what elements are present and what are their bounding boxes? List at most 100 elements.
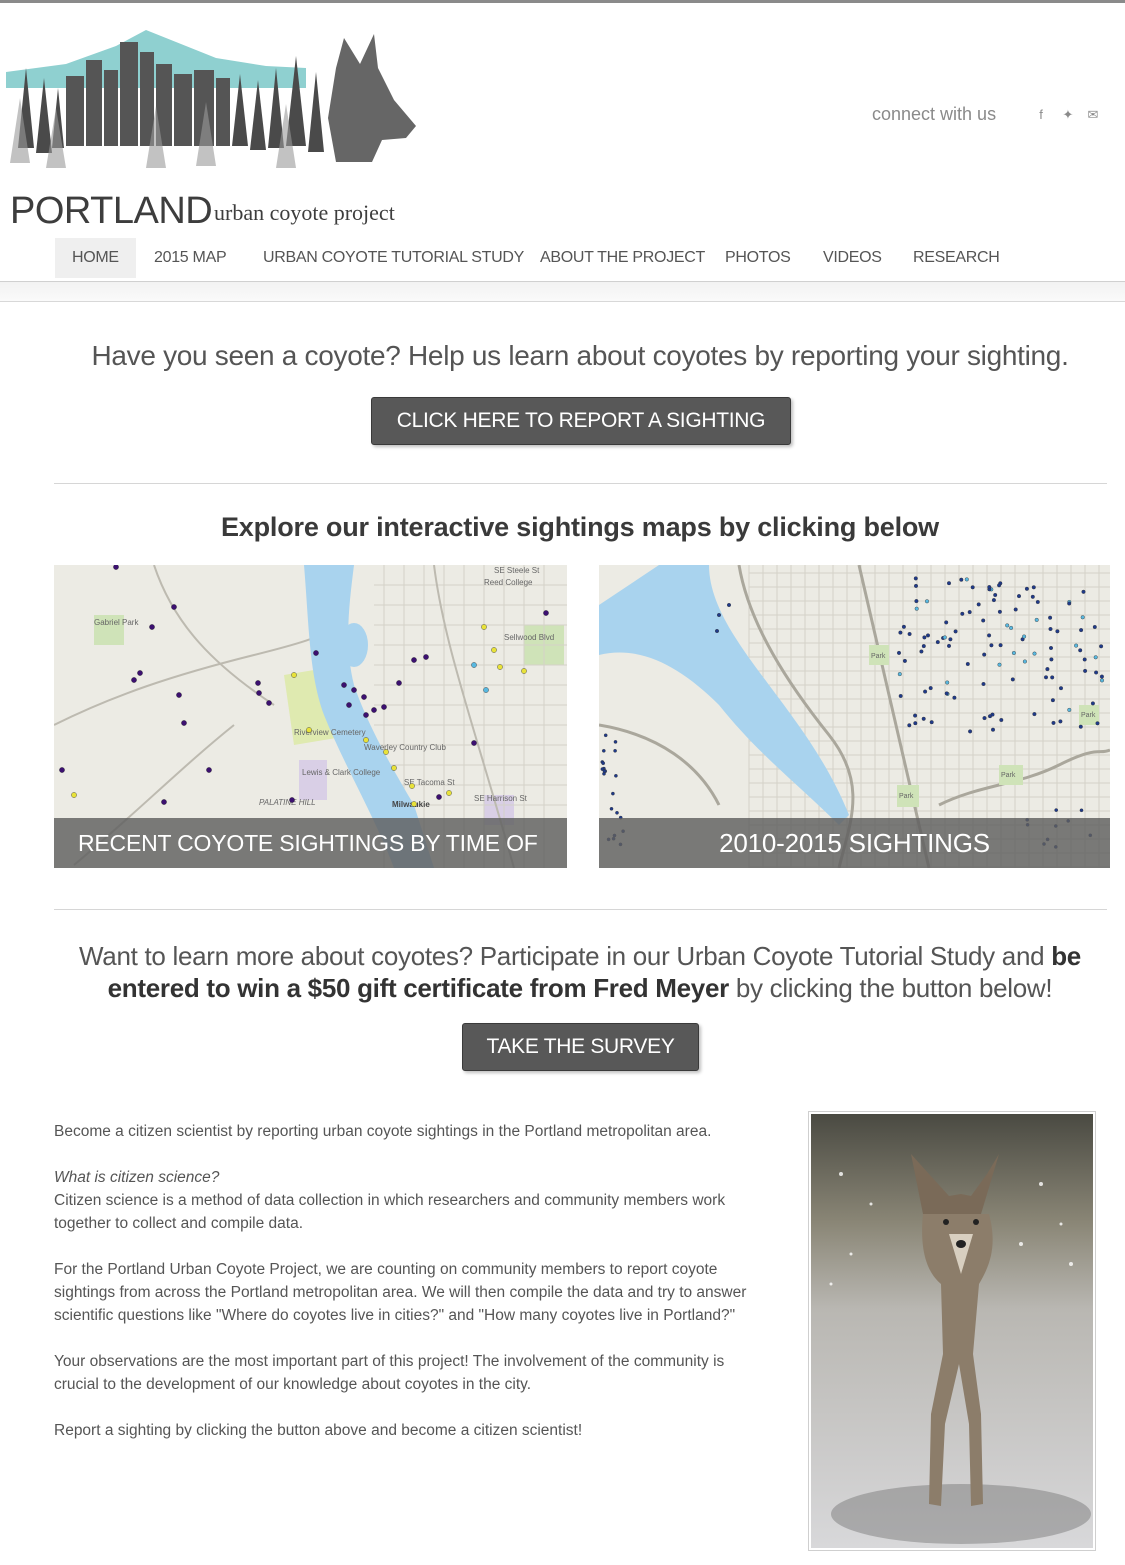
map-label: Riverview Cemetery xyxy=(294,728,366,737)
report-sighting-button[interactable]: CLICK HERE TO REPORT A SIGHTING xyxy=(371,397,791,445)
nav-about[interactable]: ABOUT THE PROJECT xyxy=(523,238,722,278)
sighting-marker xyxy=(613,740,618,744)
sighting-marker xyxy=(483,687,489,693)
nav-divider xyxy=(0,282,1125,302)
sighting-marker xyxy=(922,635,927,640)
sighting-marker xyxy=(935,640,940,645)
sighting-marker xyxy=(921,644,926,649)
project-paragraph: For the Portland Urban Coyote Project, w… xyxy=(54,1261,747,1324)
sighting-marker xyxy=(726,603,731,608)
sighting-marker xyxy=(1005,623,1010,628)
sighting-marker xyxy=(960,611,965,616)
intro-paragraph: Become a citizen scientist by reporting … xyxy=(54,1123,712,1140)
connect-label: connect with us xyxy=(872,104,997,124)
sighting-marker xyxy=(71,792,77,798)
citizen-science-definition: Citizen science is a method of data coll… xyxy=(54,1192,726,1232)
sighting-marker xyxy=(1032,712,1037,717)
sighting-marker xyxy=(436,794,442,800)
sighting-marker xyxy=(1078,648,1083,653)
sighting-marker xyxy=(149,624,155,630)
nav-photos[interactable]: PHOTOS xyxy=(708,238,807,278)
sighting-marker xyxy=(613,748,617,753)
sighting-marker xyxy=(907,631,912,636)
time-of-day-map[interactable]: Reed College SE Steele St Gabriel Park R… xyxy=(54,565,567,868)
divider xyxy=(54,483,1107,484)
sighting-marker xyxy=(952,695,957,700)
sighting-marker xyxy=(1099,674,1104,679)
sighting-marker xyxy=(1048,627,1053,632)
sighting-marker xyxy=(471,662,477,668)
map-label: Park xyxy=(871,653,886,660)
twitter-icon[interactable]: ✦ xyxy=(1061,107,1075,123)
sighting-marker xyxy=(965,661,970,666)
sighting-marker xyxy=(1049,657,1054,662)
take-survey-button[interactable]: TAKE THE SURVEY xyxy=(462,1023,699,1071)
sighting-marker xyxy=(976,602,981,607)
sighting-marker xyxy=(1050,698,1055,703)
sighting-marker xyxy=(497,664,503,670)
sighting-marker xyxy=(1094,670,1099,675)
logo-skyline-graphic xyxy=(6,30,416,168)
sighting-marker xyxy=(266,700,272,706)
sighting-marker xyxy=(1082,657,1087,662)
sighting-marker xyxy=(947,643,952,648)
nav-home[interactable]: HOME xyxy=(55,238,136,278)
logo-subtitle: urban coyote project xyxy=(214,200,395,225)
nav-2015-map[interactable]: 2015 MAP xyxy=(137,238,243,278)
sighting-marker xyxy=(925,599,930,604)
sighting-marker xyxy=(291,672,297,678)
sighting-marker xyxy=(970,585,975,590)
sighting-marker xyxy=(609,806,614,811)
sighting-marker xyxy=(409,783,415,789)
sighting-marker xyxy=(383,749,389,755)
sighting-marker xyxy=(1045,667,1050,672)
sighting-marker xyxy=(993,593,998,598)
sighting-marker xyxy=(1009,625,1014,630)
sighting-marker xyxy=(1100,678,1105,683)
sightings-2010-2015-map[interactable]: Park Park Park Park 2010-2015 SIGHTINGS xyxy=(599,565,1110,868)
sighting-marker xyxy=(411,801,417,807)
sighting-marker xyxy=(131,677,137,683)
sighting-marker xyxy=(346,702,352,708)
main-nav: HOME 2015 MAP URBAN COYOTE TUTORIAL STUD… xyxy=(0,234,1125,282)
sighting-marker xyxy=(306,727,312,733)
sighting-marker xyxy=(1022,659,1027,664)
sighting-marker xyxy=(902,658,907,663)
sighting-marker xyxy=(521,668,527,674)
sighting-marker xyxy=(371,707,377,713)
sighting-marker xyxy=(1035,600,1040,605)
sighting-marker xyxy=(1081,589,1086,594)
sighting-marker xyxy=(968,729,973,734)
facebook-icon[interactable]: f xyxy=(1034,107,1048,123)
nav-videos[interactable]: VIDEOS xyxy=(806,238,899,278)
sighting-marker xyxy=(1054,808,1059,812)
map-label: Gabriel Park xyxy=(94,618,139,627)
sighting-marker xyxy=(1031,585,1036,590)
sighting-marker xyxy=(982,716,987,721)
sighting-marker xyxy=(989,643,994,648)
map-label: Lewis & Clark College xyxy=(302,768,381,777)
sighting-marker xyxy=(481,624,487,630)
sighting-marker xyxy=(1099,644,1104,649)
nav-tutorial-study[interactable]: URBAN COYOTE TUTORIAL STUDY xyxy=(246,238,541,278)
sighting-marker xyxy=(1079,628,1084,633)
site-logo[interactable]: PORTLAND urban coyote project xyxy=(6,28,426,232)
email-icon[interactable]: ✉ xyxy=(1086,107,1100,123)
sighting-marker xyxy=(914,606,919,611)
time-of-day-map-caption: RECENT COYOTE SIGHTINGS BY TIME OF DAY xyxy=(54,818,567,868)
sightings-2010-2015-caption: 2010-2015 SIGHTINGS xyxy=(599,818,1110,868)
sighting-marker xyxy=(901,624,906,629)
sighting-marker xyxy=(914,583,919,588)
map-label: SE Harrison St xyxy=(474,794,528,803)
sighting-marker xyxy=(716,613,721,618)
sighting-marker xyxy=(967,610,972,615)
sighting-marker xyxy=(1078,724,1083,729)
sighting-marker xyxy=(411,657,417,663)
sighting-marker xyxy=(602,748,606,753)
sighting-marker xyxy=(897,672,902,677)
study-text-end: by clicking the button below! xyxy=(728,973,1053,1003)
sighting-marker xyxy=(997,662,1002,667)
nav-research[interactable]: RESEARCH xyxy=(896,238,1017,278)
citizen-science-question: What is citizen science? xyxy=(54,1169,220,1186)
sighting-marker xyxy=(981,618,986,623)
